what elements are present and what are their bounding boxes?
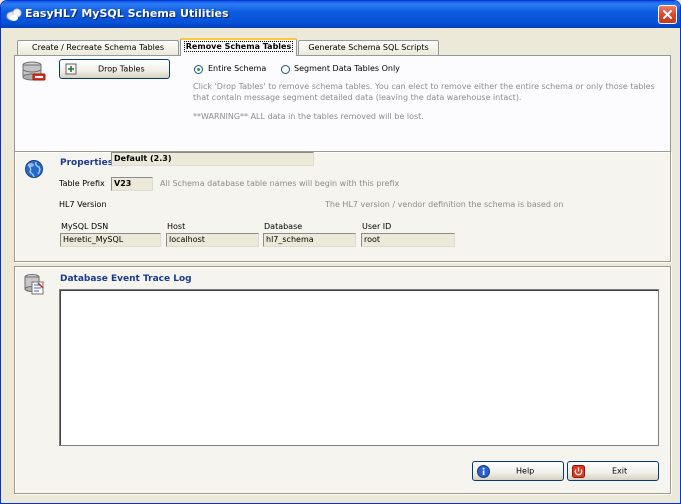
host-label: Host [167, 222, 186, 231]
tab-label: Create / Recreate Schema Tables [32, 43, 164, 52]
trace-log-textarea[interactable] [59, 289, 659, 446]
tab-remove-schema[interactable]: Remove Schema Tables [180, 38, 297, 56]
app-icon [6, 8, 22, 21]
mysql-dsn-label: MySQL DSN [61, 222, 109, 231]
hl7-version-field: Default (2.3) [111, 152, 314, 166]
tab-generate-sql[interactable]: Generate Schema SQL Scripts [298, 40, 439, 55]
radio-entire-schema-label: Entire Schema [208, 64, 267, 73]
window-content: Create / Recreate Schema Tables Remove S… [4, 28, 677, 502]
radio-segment-tables[interactable] [281, 65, 290, 74]
radio-entire-schema[interactable] [194, 65, 203, 74]
help-label: Help [516, 466, 535, 476]
remove-description-line-2: that contain message segment detailed da… [193, 93, 522, 102]
close-icon [663, 10, 672, 19]
radio-segment-tables-label: Segment Data Tables Only [294, 64, 400, 73]
database-log-icon [24, 274, 44, 295]
drop-tables-button[interactable]: Drop Tables [59, 59, 170, 79]
table-prefix-field: V23 [111, 177, 153, 191]
remove-warning: **WARNING** ALL data in the tables remov… [193, 112, 424, 121]
properties-panel: Properties for: ADT Warehouse Table Pref… [14, 151, 671, 262]
window-title: EasyHL7 MySQL Schema Utilities [25, 7, 229, 20]
power-icon [572, 465, 585, 478]
hl7-version-label: HL7 Version [59, 200, 107, 209]
database-field: hl7_schema [263, 233, 356, 247]
exit-button[interactable]: Exit [567, 461, 659, 481]
globe-icon [25, 160, 43, 178]
drop-tables-icon [65, 63, 77, 75]
exit-label: Exit [612, 466, 628, 476]
host-field: localhost [166, 233, 259, 247]
title-bar[interactable]: EasyHL7 MySQL Schema Utilities [1, 1, 680, 28]
remove-description-line-1: Click 'Drop Tables' to remove schema tab… [193, 82, 655, 91]
tab-create-recreate[interactable]: Create / Recreate Schema Tables [17, 40, 179, 55]
hl7-version-hint: The HL7 version / vendor definition the … [325, 200, 564, 209]
info-icon [477, 465, 490, 478]
database-label: Database [264, 222, 303, 231]
close-button[interactable] [658, 5, 677, 24]
application-window: EasyHL7 MySQL Schema Utilities Create / … [0, 0, 681, 504]
database-remove-icon [22, 61, 46, 81]
mysql-dsn-field: Heretic_MySQL [60, 233, 161, 247]
table-prefix-hint: All Schema database table names will beg… [160, 179, 400, 188]
help-button[interactable]: Help [472, 461, 564, 481]
tab-label: Remove Schema Tables [183, 41, 294, 52]
drop-tables-label: Drop Tables [98, 64, 145, 74]
table-prefix-label: Table Prefix [59, 179, 105, 188]
user-id-field: root [361, 233, 455, 247]
user-id-label: User ID [362, 222, 392, 231]
trace-log-heading: Database Event Trace Log [60, 274, 192, 284]
tab-label: Generate Schema SQL Scripts [308, 43, 429, 52]
